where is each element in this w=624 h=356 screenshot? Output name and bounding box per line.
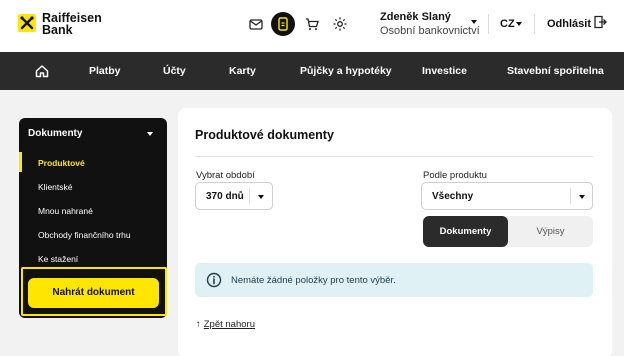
product-label: Podle produktu bbox=[423, 170, 487, 181]
user-menu[interactable]: Zdeněk Slaný Osobní bankovnictví bbox=[380, 11, 480, 37]
user-menu-chevron-down-icon[interactable] bbox=[471, 20, 477, 24]
logo-mark-icon bbox=[18, 14, 36, 32]
logout-link[interactable]: Odhlásit bbox=[547, 18, 591, 30]
home-icon[interactable] bbox=[35, 64, 49, 78]
nav-item-platby[interactable]: Platby bbox=[89, 52, 121, 90]
logout-icon[interactable] bbox=[592, 14, 608, 30]
logo-text-line2: Bank bbox=[42, 23, 73, 37]
period-label: Vybrat období bbox=[196, 170, 255, 181]
main-navigation: Platby Účty Karty Půjčky a hypotéky Inve… bbox=[0, 52, 624, 90]
cart-icon[interactable] bbox=[300, 12, 324, 36]
period-select-value: 370 dnů bbox=[206, 191, 244, 202]
nav-item-pujcky[interactable]: Půjčky a hypotéky bbox=[300, 52, 392, 90]
nav-item-ucty[interactable]: Účty bbox=[163, 52, 186, 90]
info-icon bbox=[206, 272, 222, 288]
product-select-value: Všechny bbox=[432, 191, 474, 202]
sidebar-item-ke-stazeni[interactable]: Ke stažení bbox=[38, 254, 78, 264]
top-header: Raiffeisen Bank Zdeněk Slaný Osobní bank… bbox=[0, 0, 624, 52]
sidebar-heading[interactable]: Dokumenty bbox=[28, 128, 82, 139]
sidebar-item-mnou-nahrane[interactable]: Mnou nahrané bbox=[38, 206, 93, 216]
tab-vypisy[interactable]: Výpisy bbox=[508, 216, 593, 247]
language-selector[interactable]: CZ bbox=[500, 18, 515, 30]
back-to-top-label: Zpět nahoru bbox=[203, 319, 255, 330]
language-chevron-down-icon[interactable] bbox=[516, 22, 522, 26]
select-divider bbox=[570, 188, 571, 204]
nav-item-investice[interactable]: Investice bbox=[422, 52, 467, 90]
tab-dokumenty[interactable]: Dokumenty bbox=[423, 216, 508, 247]
sidebar-item-obchody-financniho-trhu[interactable]: Obchody finančního trhu bbox=[38, 230, 131, 240]
header-divider bbox=[534, 14, 535, 34]
nav-item-stavebni-sporitelna[interactable]: Stavební spořitelna bbox=[507, 52, 604, 90]
product-select[interactable]: Všechny bbox=[421, 182, 593, 210]
select-divider bbox=[249, 188, 250, 204]
sidebar-item-produktove[interactable]: Produktové bbox=[38, 158, 85, 168]
user-name: Zdeněk Slaný bbox=[380, 11, 451, 23]
page-title: Produktové dokumenty bbox=[195, 128, 334, 142]
arrow-up-icon: ↑ bbox=[196, 319, 201, 330]
title-divider bbox=[195, 156, 593, 157]
upload-document-button[interactable]: Nahrát dokument bbox=[28, 278, 159, 308]
mobile-doc-icon[interactable] bbox=[271, 12, 295, 36]
settings-icon[interactable] bbox=[328, 12, 352, 36]
raiffeisen-logo[interactable]: Raiffeisen Bank bbox=[18, 12, 102, 36]
period-select[interactable]: 370 dnů bbox=[195, 182, 273, 210]
header-divider bbox=[488, 14, 489, 34]
nav-item-karty[interactable]: Karty bbox=[229, 52, 256, 90]
back-to-top-link[interactable]: ↑ Zpět nahoru bbox=[196, 319, 255, 330]
sidebar-active-indicator bbox=[19, 152, 22, 172]
info-message: Nemáte žádné položky pro tento výběr. bbox=[231, 275, 396, 286]
account-type: Osobní bankovnictví bbox=[380, 25, 480, 37]
period-chevron-down-icon bbox=[258, 195, 264, 199]
mail-icon[interactable] bbox=[244, 12, 268, 36]
product-chevron-down-icon bbox=[579, 195, 585, 199]
sidebar-item-klientske[interactable]: Klientské bbox=[38, 182, 73, 192]
sidebar-chevron-down-icon[interactable] bbox=[147, 132, 153, 136]
